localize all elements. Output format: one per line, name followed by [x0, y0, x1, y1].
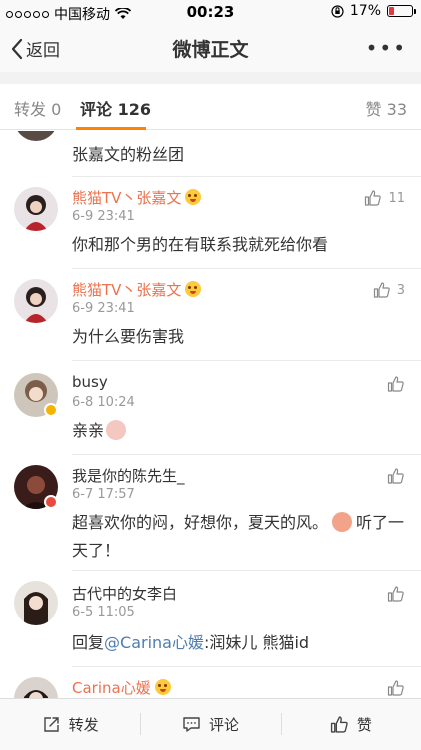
username-text: 熊猫TV丶张嘉文 — [72, 189, 182, 207]
bottom-toolbar: 转发 评论 赞 — [0, 698, 421, 750]
comment-item[interactable]: 我是你的陈先生_ 6-7 17:57 超喜欢你的闷，好想你，夏天的风。 听了一天了… — [0, 455, 421, 571]
member-emoji-icon — [185, 189, 202, 205]
comment-time: 6-7 17:57 — [72, 487, 135, 502]
comment-item[interactable]: Carina心媛 — [0, 667, 421, 698]
tab-comments[interactable]: 评论 126 — [80, 96, 151, 120]
section-gap — [0, 72, 421, 84]
like-count: 3 — [396, 282, 405, 298]
page-title: 微博正文 — [172, 39, 249, 61]
comment-item[interactable]: 古代中的女李白 6-5 11:05 回复@Carina心媛:润妹儿 熊猫id — [0, 571, 421, 667]
repost-button[interactable]: 转发 — [0, 699, 140, 750]
thumbs-up-icon — [387, 586, 404, 602]
username-text: Carina心媛 — [72, 679, 151, 697]
thumbs-up-icon — [373, 282, 390, 298]
comment-icon — [183, 717, 200, 732]
comment-like-button[interactable] — [387, 375, 405, 393]
comment-time: 6-9 23:41 — [72, 209, 135, 224]
avatar[interactable] — [14, 279, 58, 323]
thumbs-up-icon — [387, 468, 404, 484]
comment-item[interactable]: 熊猫TV丶张嘉文 6-9 23:41 为什么要伤害我 3 — [0, 269, 421, 361]
comment-like-button[interactable]: 11 — [364, 189, 405, 207]
comment-time: 6-9 23:41 — [72, 301, 135, 316]
comment-text: 为什么要伤害我 — [72, 327, 185, 346]
verified-badge-icon — [44, 403, 58, 417]
member-badge-icon — [44, 495, 58, 509]
comment-item[interactable]: 熊猫TV丶张嘉文 6-9 23:41 你和那个男的在有联系我就死给你看 11 — [0, 177, 421, 269]
avatar[interactable] — [14, 131, 58, 141]
comment-button[interactable]: 评论 — [140, 699, 280, 750]
tab-bar: 转发 0 评论 126 赞 33 — [0, 84, 421, 130]
comment-text: 亲亲 — [72, 417, 406, 445]
comment-item[interactable]: busy 6-8 10:24 亲亲 — [0, 361, 421, 455]
comment-time: 6-8 10:24 — [72, 395, 135, 410]
tab-likes[interactable]: 赞 33 — [366, 96, 407, 120]
like-label: 赞 — [356, 716, 372, 734]
active-tab-indicator — [76, 127, 146, 130]
more-button[interactable]: ••• — [366, 36, 407, 60]
member-emoji-icon — [185, 281, 202, 297]
thumbs-up-icon — [330, 716, 348, 733]
share-icon — [43, 717, 59, 732]
status-right: 17% — [331, 3, 416, 19]
kiss-emoji-icon — [106, 420, 127, 440]
battery-icon — [387, 5, 416, 17]
avatar[interactable] — [14, 187, 58, 231]
rotation-lock-icon — [331, 4, 344, 18]
comment-label: 评论 — [208, 716, 239, 734]
comment-text-content: 亲亲 — [72, 421, 105, 440]
comment-text: 回复@Carina心媛:润妹儿 熊猫id — [72, 629, 406, 657]
username[interactable]: busy — [72, 373, 108, 391]
comment-like-button[interactable] — [387, 467, 405, 485]
username[interactable]: 熊猫TV丶张嘉文 — [72, 279, 202, 300]
thumbs-up-icon — [365, 190, 382, 206]
username[interactable]: Carina心媛 — [72, 677, 171, 698]
comment-text-part: 超喜欢你的闷，好想你，夏天的风。 — [72, 513, 329, 532]
tab-repost[interactable]: 转发 0 — [14, 96, 61, 120]
username[interactable]: 熊猫TV丶张嘉文 — [72, 187, 202, 208]
avatar[interactable] — [14, 581, 58, 625]
comment-like-button[interactable] — [387, 679, 405, 697]
status-bar: 中国移动 00:23 17% — [0, 0, 421, 24]
comment-like-button[interactable]: 3 — [373, 281, 405, 299]
repost-label: 转发 — [68, 716, 99, 734]
comment-time: 6-5 11:05 — [72, 605, 135, 620]
reply-prefix: 回复 — [72, 633, 105, 652]
username[interactable]: 我是你的陈先生_ — [72, 465, 185, 486]
comment-like-button[interactable] — [387, 585, 405, 603]
nav-bar: 返回 微博正文 ••• — [0, 24, 421, 72]
avatar[interactable] — [14, 677, 58, 698]
thumbs-up-icon — [387, 376, 404, 392]
reply-text: :润妹儿 熊猫id — [203, 633, 310, 652]
like-count: 11 — [388, 190, 405, 206]
thumbs-up-icon — [387, 680, 404, 696]
comment-text: 超喜欢你的闷，好想你，夏天的风。 听了一天了！ — [72, 509, 406, 565]
like-button[interactable]: 赞 — [280, 699, 421, 750]
member-emoji-icon — [154, 679, 171, 695]
username[interactable]: 古代中的女李白 — [72, 583, 177, 604]
battery-percent: 17% — [349, 3, 381, 19]
comment-text: 张嘉文的粉丝团 — [72, 145, 185, 164]
mention-link[interactable]: @Carina心媛 — [104, 633, 204, 652]
username-text: 熊猫TV丶张嘉文 — [72, 281, 182, 299]
love-emoji-icon — [332, 512, 353, 532]
comment-text: 你和那个男的在有联系我就死给你看 — [72, 235, 329, 254]
comment-list[interactable]: 张嘉文的粉丝团 熊猫TV丶张嘉文 6-9 23:41 你和那个男的在有联系我就死… — [0, 131, 421, 698]
comment-item[interactable]: 张嘉文的粉丝团 — [0, 131, 421, 177]
